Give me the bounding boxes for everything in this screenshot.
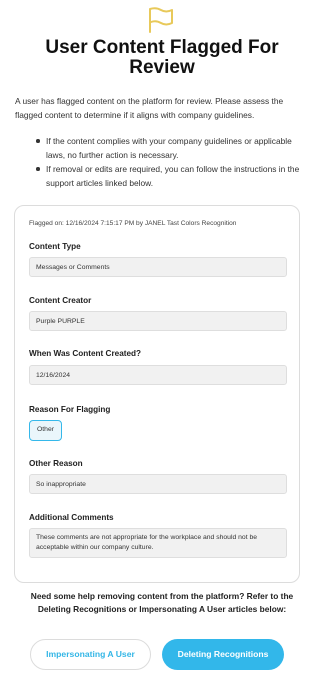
instructions-list: If the content complies with your compan… [36,134,308,190]
reason-chip: Other [29,420,62,441]
reason-label: Reason For Flagging [29,405,111,414]
impersonating-user-button[interactable]: Impersonating A User [30,639,151,670]
content-created-label: When Was Content Created? [29,349,142,358]
other-reason-label: Other Reason [29,459,83,468]
flag-details-card: Flagged on: 12/16/2024 7:15:17 PM by JAN… [14,205,300,583]
content-creator-label: Content Creator [29,296,92,305]
content-type-label: Content Type [29,242,81,251]
content-creator-field: Purple PURPLE [29,311,287,331]
additional-comments-label: Additional Comments [29,513,114,522]
page-title: User Content Flagged For Review [45,37,279,78]
help-text: Need some help removing content from the… [30,591,294,614]
content-created-field: 12/16/2024 [29,365,287,385]
flagged-on-text: Flagged on: 12/16/2024 7:15:17 PM by JAN… [29,220,237,227]
instruction-item: If the content complies with your compan… [36,134,308,162]
additional-comments-field: These comments are not appropriate for t… [29,528,287,558]
deleting-recognitions-button[interactable]: Deleting Recognitions [162,639,284,670]
flag-icon [146,6,176,34]
instruction-item: If removal or edits are required, you ca… [36,162,308,190]
intro-text: A user has flagged content on the platfo… [15,96,284,120]
content-type-field: Messages or Comments [29,257,287,277]
other-reason-field: So inappropriate [29,474,287,494]
